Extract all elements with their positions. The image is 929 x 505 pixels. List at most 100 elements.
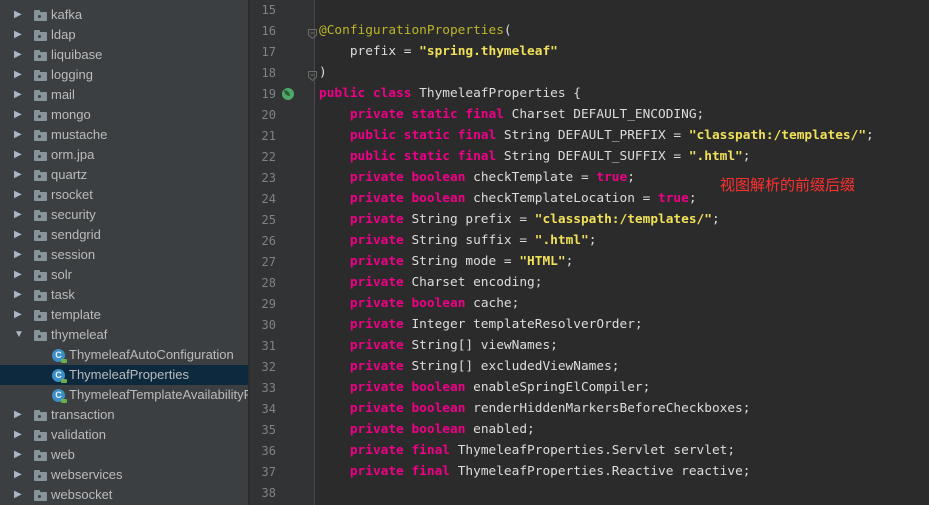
chevron-right-icon[interactable]: ▶	[14, 310, 22, 320]
tree-class-item[interactable]: CThymeleafTemplateAvailabilityProvider	[0, 385, 248, 405]
tree-folder-item[interactable]: ▶ logging	[0, 65, 248, 85]
code-line[interactable]: 37 private final ThymeleafProperties.Rea…	[250, 462, 929, 483]
folder-icon	[34, 230, 47, 241]
code-line[interactable]: 21 public static final String DEFAULT_PR…	[250, 126, 929, 147]
code-token: "spring.thymeleaf"	[419, 44, 558, 59]
tree-folder-item[interactable]: ▶ ldap	[0, 25, 248, 45]
code-text: prefix = "spring.thymeleaf"	[319, 43, 558, 61]
code-line[interactable]: 20 private static final Charset DEFAULT_…	[250, 105, 929, 126]
line-number: 22	[261, 150, 276, 164]
chevron-right-icon[interactable]: ▶	[14, 110, 22, 120]
code-text: public static final String DEFAULT_PREFI…	[319, 127, 874, 145]
code-line[interactable]: 15	[250, 0, 929, 21]
tree-item-label: webservices	[51, 467, 123, 482]
tree-class-item[interactable]: C ThymeleafAutoConfiguration	[0, 345, 248, 365]
chevron-right-icon[interactable]: ▶	[14, 30, 22, 40]
code-token: private boolean	[349, 380, 474, 395]
code-line[interactable]: 19 public class ThymeleafProperties {	[250, 84, 929, 105]
tree-class-item[interactable]: C ThymeleafProperties	[0, 365, 248, 385]
chevron-down-icon[interactable]: ▼	[14, 330, 24, 340]
chevron-right-icon[interactable]: ▶	[14, 150, 22, 160]
code-line[interactable]: 17 prefix = "spring.thymeleaf"	[250, 42, 929, 63]
tree-folder-item[interactable]: ▶ webservices	[0, 465, 248, 485]
chevron-right-icon[interactable]: ▶	[14, 210, 22, 220]
chevron-right-icon[interactable]: ▶	[14, 230, 22, 240]
fold-marker-icon[interactable]	[308, 26, 317, 40]
folder-icon	[34, 10, 47, 21]
tree-folder-item[interactable]: ▶ quartz	[0, 165, 248, 185]
chevron-right-icon[interactable]: ▶	[14, 90, 22, 100]
tree-folder-item[interactable]: ▶ mail	[0, 85, 248, 105]
line-number: 20	[261, 108, 276, 122]
tree-folder-item[interactable]: ▶ websocket	[0, 485, 248, 505]
tree-folder-item[interactable]: ▶ validation	[0, 425, 248, 445]
chevron-right-icon[interactable]: ▶	[14, 10, 22, 20]
chevron-right-icon[interactable]: ▶	[14, 130, 22, 140]
chevron-right-icon[interactable]: ▶	[14, 270, 22, 280]
code-token: Servlet servlet;	[611, 443, 736, 458]
tree-folder-item[interactable]: ▶ template	[0, 305, 248, 325]
code-line[interactable]: 27 private String mode = "HTML";	[250, 252, 929, 273]
code-line[interactable]: 31 private String[] viewNames;	[250, 336, 929, 357]
code-line[interactable]: 32 private String[] excludedViewNames;	[250, 357, 929, 378]
tree-item-label: template	[51, 307, 101, 322]
chevron-right-icon[interactable]: ▶	[14, 450, 22, 460]
chevron-right-icon[interactable]: ▶	[14, 70, 22, 80]
tree-folder-item[interactable]: ▼ thymeleaf	[0, 325, 248, 345]
code-line[interactable]: 18)	[250, 63, 929, 84]
code-token: ;	[565, 254, 574, 269]
code-token: ;	[627, 170, 635, 185]
line-number: 21	[261, 129, 276, 143]
fold-marker-icon[interactable]	[308, 68, 317, 82]
tree-folder-item[interactable]: ▶ mustache	[0, 125, 248, 145]
tree-item-label: kafka	[51, 7, 83, 22]
chevron-right-icon[interactable]: ▶	[14, 430, 22, 440]
code-text: @ConfigurationProperties(	[319, 22, 512, 40]
tree-item-label: mongo	[51, 107, 91, 122]
tree-folder-item[interactable]: ▶ mongo	[0, 105, 248, 125]
code-editor[interactable]: 15 16 @ConfigurationProperties(17 prefix =…	[250, 0, 929, 505]
tree-folder-item[interactable]: ▶ session	[0, 245, 248, 265]
code-line[interactable]: 38	[250, 483, 929, 504]
code-line[interactable]: 36 private final ThymeleafProperties.Ser…	[250, 441, 929, 462]
tree-folder-item[interactable]: ▶ kafka	[0, 5, 248, 25]
chevron-right-icon[interactable]: ▶	[14, 250, 22, 260]
code-line[interactable]: 35 private boolean enabled;	[250, 420, 929, 441]
tree-folder-item[interactable]: ▶ solr	[0, 265, 248, 285]
line-number: 25	[261, 213, 276, 227]
code-token: "HTML"	[519, 254, 566, 269]
code-line[interactable]: 34 private boolean renderHiddenMarkersBe…	[250, 399, 929, 420]
chevron-right-icon[interactable]: ▶	[14, 490, 22, 500]
chevron-right-icon[interactable]: ▶	[14, 170, 22, 180]
tree-folder-item[interactable]: ▶ task	[0, 285, 248, 305]
tree-folder-item[interactable]: ▶ sendgrid	[0, 225, 248, 245]
tree-folder-item[interactable]: ▶ rsocket	[0, 185, 248, 205]
tree-folder-item[interactable]: ▶ security	[0, 205, 248, 225]
code-line[interactable]: 16 @ConfigurationProperties(	[250, 21, 929, 42]
chevron-right-icon[interactable]: ▶	[14, 190, 22, 200]
chevron-right-icon[interactable]: ▶	[14, 410, 22, 420]
chevron-right-icon[interactable]: ▶	[14, 50, 22, 60]
code-text: private String[] viewNames;	[319, 337, 558, 355]
code-token: true	[658, 191, 689, 206]
folder-icon	[34, 50, 47, 61]
code-line[interactable]: 25 private String prefix = "classpath:/t…	[250, 210, 929, 231]
chevron-right-icon[interactable]: ▶	[14, 290, 22, 300]
tree-folder-item[interactable]: ▶ liquibase	[0, 45, 248, 65]
chevron-right-icon[interactable]: ▶	[14, 470, 22, 480]
code-line[interactable]: 26 private String suffix = ".html";	[250, 231, 929, 252]
tree-folder-item[interactable]: ▶ web	[0, 445, 248, 465]
tree-folder-item[interactable]: ▶ transaction	[0, 405, 248, 425]
code-line[interactable]: 29 private boolean cache;	[250, 294, 929, 315]
code-line[interactable]: 30 private Integer templateResolverOrder…	[250, 315, 929, 336]
code-line[interactable]: 28 private Charset encoding;	[250, 273, 929, 294]
tree-folder-item[interactable]: ▶ orm.jpa	[0, 145, 248, 165]
spring-bean-icon[interactable]	[282, 88, 294, 100]
code-token: public class	[319, 86, 420, 101]
code-text: private static final Charset DEFAULT_ENC…	[319, 106, 704, 124]
code-line[interactable]: 22 public static final String DEFAULT_SU…	[250, 147, 929, 168]
code-line[interactable]: 33 private boolean enableSpringElCompile…	[250, 378, 929, 399]
